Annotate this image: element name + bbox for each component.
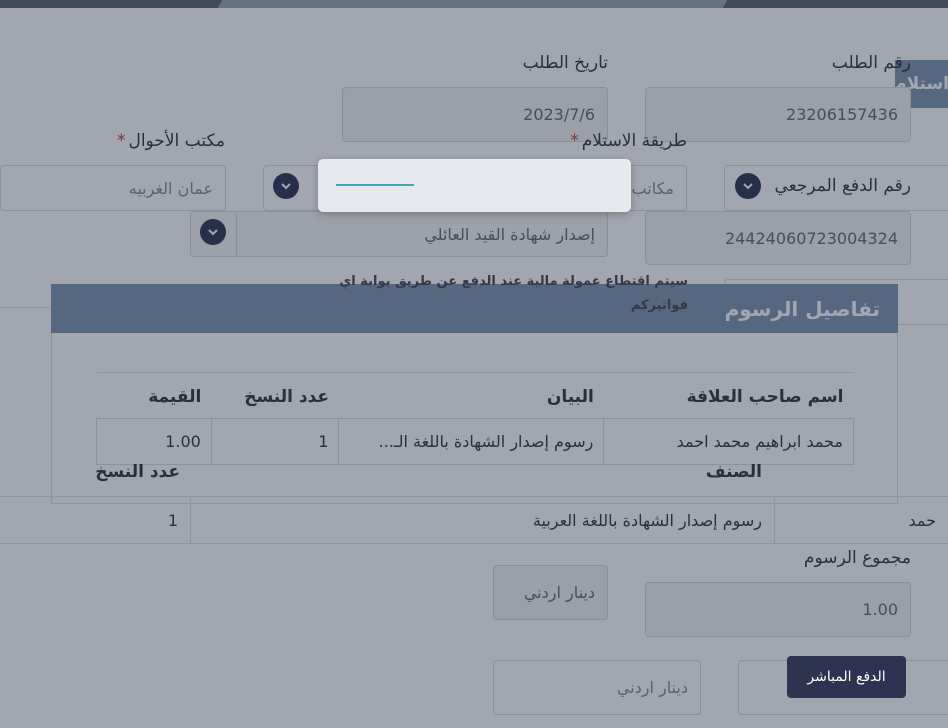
direct-pay-button[interactable]: الدفع المباشر [787,656,906,698]
modal-overlay [0,0,948,728]
loading-dialog [318,159,631,212]
loading-progress-bar [336,184,414,186]
